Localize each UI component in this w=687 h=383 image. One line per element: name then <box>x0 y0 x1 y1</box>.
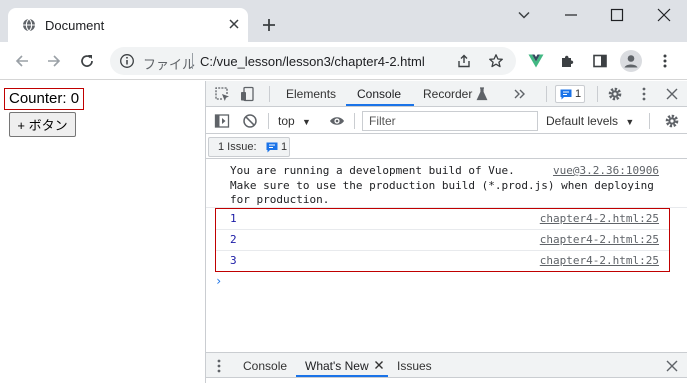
toolbar-divider <box>354 113 355 129</box>
issues-counter-button[interactable]: 1 <box>555 85 585 103</box>
console-output: You are running a development build of V… <box>206 160 687 350</box>
address-bar[interactable]: ファイル C:/vue_lesson/lesson3/chapter4-2.ht… <box>110 47 516 75</box>
kebab-menu-icon[interactable] <box>216 358 222 374</box>
log-value: 1 <box>230 212 237 225</box>
side-panel-icon[interactable] <box>592 53 608 69</box>
toolbar-divider <box>546 86 547 102</box>
active-tab-indicator <box>346 104 414 106</box>
clear-console-icon[interactable] <box>242 113 258 129</box>
issues-button[interactable]: 1 Issue: 1 <box>208 137 290 157</box>
browser-toolbar: ファイル C:/vue_lesson/lesson3/chapter4-2.ht… <box>0 42 687 80</box>
dropdown-arrow-icon: ▼ <box>625 117 635 127</box>
filter-input[interactable] <box>362 111 538 131</box>
console-filter-bar: top ▼ Default levels ▼ <box>206 108 687 134</box>
gear-icon[interactable] <box>664 113 680 129</box>
close-tab-icon[interactable] <box>227 17 241 31</box>
close-window-icon[interactable] <box>657 8 671 22</box>
url-scheme-label: ファイル <box>143 57 196 72</box>
profile-icon[interactable] <box>620 50 642 72</box>
info-icon[interactable] <box>119 53 135 69</box>
dropdown-arrow-icon: ▼ <box>302 117 311 127</box>
kebab-menu-icon[interactable] <box>657 53 673 69</box>
log-value: 3 <box>230 254 237 267</box>
reload-icon[interactable] <box>79 53 95 69</box>
new-tab-icon[interactable] <box>261 17 277 33</box>
increment-button[interactable]: + ボタン <box>9 112 76 137</box>
source-link[interactable]: chapter4-2.html:25 <box>540 233 659 246</box>
context-selector[interactable]: top ▼ <box>278 114 311 128</box>
inspect-element-icon[interactable] <box>214 86 230 102</box>
toolbar-divider <box>597 86 598 102</box>
counter-label: Counter: <box>9 90 67 107</box>
sidebar-toggle-icon[interactable] <box>214 113 230 129</box>
close-devtools-icon[interactable] <box>664 86 680 102</box>
log-levels-label: Default levels <box>546 114 619 128</box>
active-tab-indicator <box>296 375 388 377</box>
url-text[interactable]: C:/vue_lesson/lesson3/chapter4-2.html <box>200 54 425 69</box>
more-tabs-icon[interactable] <box>512 86 528 102</box>
counter-value: 0 <box>70 90 80 107</box>
kebab-menu-icon[interactable] <box>636 86 652 102</box>
log-value: 2 <box>230 233 237 246</box>
devtools-panel: Elements Console Recorder 1 top ▼ Filter… <box>205 81 687 383</box>
puzzle-icon[interactable] <box>560 53 576 69</box>
issues-bar: 1 Issue: 1 <box>206 135 687 159</box>
tab-elements[interactable]: Elements <box>286 87 336 101</box>
browser-tab[interactable]: Document <box>8 8 248 42</box>
toolbar-divider <box>268 113 269 129</box>
eye-icon[interactable] <box>329 113 345 129</box>
share-icon[interactable] <box>456 53 472 69</box>
vue-logo-icon[interactable] <box>528 53 544 69</box>
message-icon <box>266 142 278 153</box>
device-toolbar-icon[interactable] <box>240 86 256 102</box>
gear-icon[interactable] <box>607 86 623 102</box>
drawer-tab-whats-new[interactable]: What's New <box>305 359 369 373</box>
drawer-tab-console[interactable]: Console <box>243 359 287 373</box>
arrow-left-icon[interactable] <box>14 53 30 69</box>
chevron-down-icon[interactable] <box>517 8 531 22</box>
counter-display: Counter: 0 <box>4 88 85 110</box>
globe-icon <box>23 18 35 32</box>
issues-count: 1 <box>281 141 288 153</box>
source-link[interactable]: chapter4-2.html:25 <box>540 212 659 225</box>
url-separator <box>192 53 193 69</box>
source-link[interactable]: vue@3.2.36:10906 <box>553 164 659 177</box>
arrow-right-icon[interactable] <box>46 53 62 69</box>
drawer-tab-issues[interactable]: Issues <box>397 359 432 373</box>
devtools-tab-bar: Elements Console Recorder 1 <box>206 81 687 107</box>
console-log-row: 3 chapter4-2.html:25 <box>216 251 669 271</box>
log-levels-selector[interactable]: Default levels ▼ <box>546 114 634 128</box>
tab-title: Document <box>45 18 105 33</box>
console-prompt-icon[interactable]: › <box>215 274 222 288</box>
tab-console[interactable]: Console <box>357 87 401 101</box>
star-icon[interactable] <box>488 53 504 69</box>
console-logs-highlight: 1 chapter4-2.html:25 2 chapter4-2.html:2… <box>215 208 670 272</box>
message-icon <box>560 89 572 100</box>
toolbar-divider <box>269 86 270 102</box>
tab-recorder[interactable]: Recorder <box>423 87 472 101</box>
toolbar-divider <box>649 113 650 129</box>
close-drawer-icon[interactable] <box>664 358 680 374</box>
title-bar: Document <box>0 0 687 42</box>
page-content: Counter: 0 + ボタン <box>0 81 205 383</box>
issues-counter: 1 <box>575 88 582 100</box>
drawer-tab-bar: Console What's New Issues <box>206 352 687 378</box>
maximize-icon[interactable] <box>610 8 624 22</box>
issues-label: 1 Issue: <box>218 141 257 153</box>
minimize-icon[interactable] <box>564 8 578 22</box>
console-log-row: 1 chapter4-2.html:25 <box>216 209 669 229</box>
console-log-row: 2 chapter4-2.html:25 <box>216 230 669 250</box>
source-link[interactable]: chapter4-2.html:25 <box>540 254 659 267</box>
flask-icon <box>476 87 488 101</box>
close-tab-icon[interactable] <box>374 360 384 370</box>
context-value: top <box>278 114 295 128</box>
